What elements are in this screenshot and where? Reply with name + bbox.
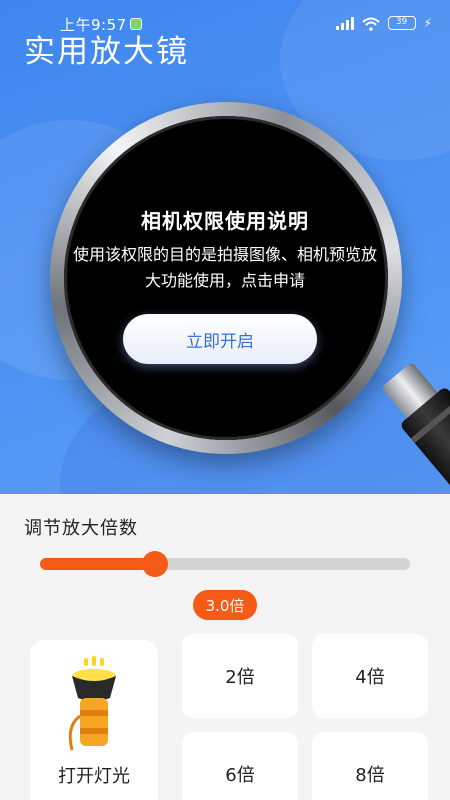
zoom-label: 调节放大倍数 [24,518,138,539]
enable-permission-button[interactable]: 立即开启 [123,314,317,364]
preset-2x-button[interactable]: 2倍 [182,634,298,718]
slider-thumb[interactable] [141,551,168,577]
light-toggle-card[interactable]: 打开灯光 [30,640,158,800]
permission-title: 相机权限使用说明 [141,209,309,233]
hero-banner: 上午9:57 39 ⚡ 实用放大镜 相机权限使用说明 使用该权限的目的是拍摄图像… [0,0,450,494]
magnifier-graphic: 相机权限使用说明 使用该权限的目的是拍摄图像、相机预览放大功能使用，点击申请 立… [0,0,450,494]
flashlight-icon [68,656,116,751]
preset-8x-button[interactable]: 8倍 [312,732,428,800]
preset-4x-button[interactable]: 4倍 [312,634,428,718]
preset-6x-button[interactable]: 6倍 [182,732,298,800]
permission-description: 使用该权限的目的是拍摄图像、相机预览放大功能使用，点击申请 [72,245,377,290]
light-toggle-label: 打开灯光 [58,766,130,787]
slider-fill [40,558,155,570]
control-panel: 调节放大倍数 3.0倍 打开灯光 2倍 4倍 6倍 8倍 [0,494,450,800]
zoom-value-badge: 3.0倍 [193,590,257,620]
zoom-slider[interactable] [40,551,410,577]
